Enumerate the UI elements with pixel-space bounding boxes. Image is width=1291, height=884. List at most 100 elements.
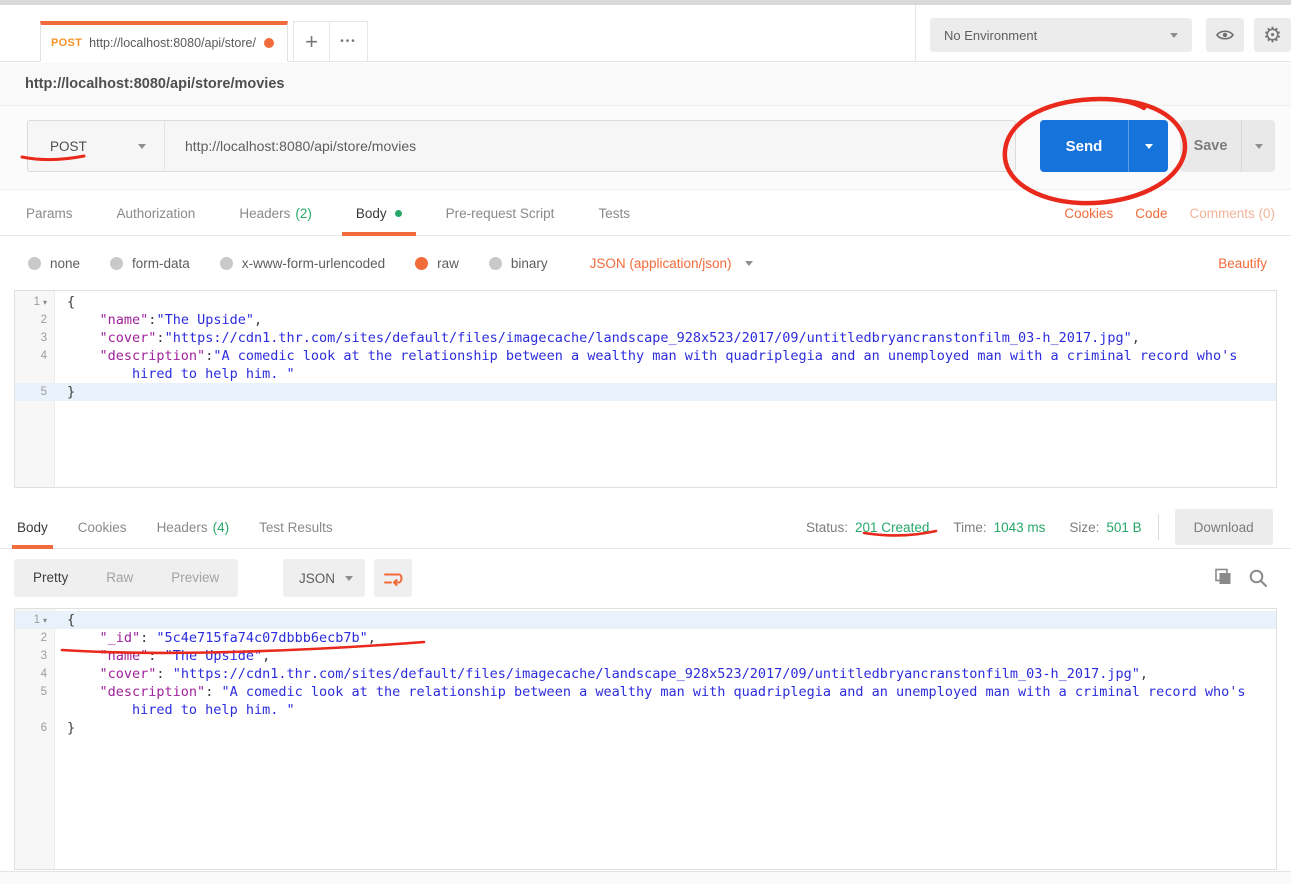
new-tab-button[interactable]: +	[293, 21, 330, 62]
line-number: 3	[15, 329, 55, 347]
line-number	[15, 365, 55, 383]
code-row: 4 "description":"A comedic look at the r…	[15, 347, 1276, 365]
request-tab-label: Tests	[598, 206, 630, 221]
response-tab-label: Test Results	[259, 520, 333, 535]
code-row: 4 "cover": "https://cdn1.thr.com/sites/d…	[15, 665, 1276, 683]
time-value: 1043 ms	[994, 520, 1046, 535]
request-title-row: http://localhost:8080/api/store/movies	[0, 63, 1291, 106]
send-options-button[interactable]	[1128, 120, 1168, 172]
response-body-editor[interactable]: 1▾{2 "_id": "5c4e715fa74c07dbbb6ecb7b",3…	[14, 608, 1277, 870]
size-label: Size:	[1069, 520, 1099, 535]
line-number: 5	[15, 683, 55, 701]
code-row: 2 "name":"The Upside",	[15, 311, 1276, 329]
line-number: 2	[15, 629, 55, 647]
send-button-label[interactable]: Send	[1040, 120, 1128, 172]
copy-icon	[1211, 566, 1235, 590]
request-tab-pre-request-script[interactable]: Pre-request Script	[424, 190, 577, 236]
request-tabs-row: ParamsAuthorizationHeaders(2)Body Pre-req…	[0, 190, 1291, 236]
request-tab-authorization[interactable]: Authorization	[95, 190, 218, 236]
response-format-select[interactable]: JSON	[283, 559, 365, 597]
download-button[interactable]: Download	[1175, 509, 1273, 545]
method-select[interactable]: POST	[27, 120, 165, 172]
request-tab-body[interactable]: Body	[334, 190, 424, 236]
request-tab-params[interactable]: Params	[4, 190, 95, 236]
tab-url-label: http://localhost:8080/api/store/	[89, 36, 256, 50]
line-number: 4	[15, 665, 55, 683]
request-links: Cookies Code Comments (0)	[1064, 190, 1275, 236]
environment-select[interactable]: No Environment	[930, 18, 1192, 52]
request-body-editor[interactable]: 1▾{2 "name":"The Upside",3 "cover":"http…	[14, 290, 1277, 488]
gear-icon: ⚙	[1263, 23, 1282, 48]
radio-icon	[489, 257, 502, 270]
link-code[interactable]: Code	[1135, 206, 1167, 221]
meta-divider	[1158, 514, 1159, 540]
view-tab-raw[interactable]: Raw	[87, 559, 152, 597]
radio-icon	[28, 257, 41, 270]
line-number: 5	[15, 383, 55, 401]
radio-icon	[110, 257, 123, 270]
response-body-code: 1▾{2 "_id": "5c4e715fa74c07dbbb6ecb7b",3…	[15, 611, 1276, 737]
code-row: 5 "description": "A comedic look at the …	[15, 683, 1276, 701]
response-tab-headers[interactable]: Headers(4)	[142, 505, 245, 549]
tab-count-badge: (2)	[295, 206, 312, 221]
search-response-button[interactable]	[1246, 566, 1270, 595]
code-line: "name":"The Upside",	[55, 311, 1276, 329]
body-mode-label: form-data	[132, 256, 190, 271]
chevron-down-icon	[345, 576, 353, 581]
code-line: "description":"A comedic look at the rel…	[55, 347, 1276, 365]
size-value: 501 B	[1106, 520, 1141, 535]
more-tabs-button[interactable]: •••	[329, 21, 368, 62]
view-tab-pretty[interactable]: Pretty	[14, 559, 87, 597]
response-meta-row: BodyCookiesHeaders(4) Test Results Status…	[0, 505, 1291, 549]
save-button[interactable]: Save	[1180, 120, 1275, 172]
response-tab-body[interactable]: Body	[2, 505, 63, 549]
url-input[interactable]	[164, 120, 1016, 172]
code-row: 1▾{	[15, 611, 1276, 629]
link-cookies[interactable]: Cookies	[1064, 206, 1113, 221]
code-line: "name": "The Upside",	[55, 647, 1276, 665]
tab-count-badge: (4)	[213, 520, 230, 535]
save-button-label[interactable]: Save	[1180, 120, 1241, 172]
request-tab-tests[interactable]: Tests	[576, 190, 652, 236]
code-line: "cover":"https://cdn1.thr.com/sites/defa…	[55, 329, 1276, 347]
radio-icon	[415, 257, 428, 270]
code-line: {	[55, 293, 1276, 311]
link-comments-0[interactable]: Comments (0)	[1189, 206, 1275, 221]
response-tab-cookies[interactable]: Cookies	[63, 505, 142, 549]
send-button[interactable]: Send	[1040, 120, 1168, 172]
response-meta: Status: 201 Created Time: 1043 ms Size: …	[806, 505, 1273, 549]
body-modified-dot	[395, 210, 402, 217]
body-mode-x-www-form-urlencoded[interactable]: x-www-form-urlencoded	[220, 256, 385, 271]
content-type-select[interactable]: JSON (application/json)	[590, 256, 754, 271]
code-row: 3 "cover":"https://cdn1.thr.com/sites/de…	[15, 329, 1276, 347]
wrap-lines-button[interactable]	[374, 559, 412, 597]
response-tab-test-results[interactable]: Test Results	[244, 505, 348, 549]
request-tab-headers[interactable]: Headers(2)	[217, 190, 334, 236]
beautify-link[interactable]: Beautify	[1218, 256, 1267, 271]
chevron-down-icon	[1145, 144, 1153, 149]
environment-quick-look-button[interactable]	[1206, 18, 1244, 52]
code-row: 5}	[15, 383, 1276, 401]
line-number: 4	[15, 347, 55, 365]
request-tab[interactable]: POST http://localhost:8080/api/store/	[40, 21, 288, 62]
view-tab-preview[interactable]: Preview	[152, 559, 238, 597]
code-line: "_id": "5c4e715fa74c07dbbb6ecb7b",	[55, 629, 1276, 647]
settings-button[interactable]: ⚙	[1254, 18, 1291, 52]
save-options-button[interactable]	[1241, 120, 1275, 172]
line-number: 6	[15, 719, 55, 737]
request-body-code: 1▾{2 "name":"The Upside",3 "cover":"http…	[15, 293, 1276, 401]
body-mode-binary[interactable]: binary	[489, 256, 548, 271]
body-mode-raw[interactable]: raw	[415, 256, 459, 271]
bottom-edge	[0, 871, 1291, 884]
chevron-down-icon	[1170, 33, 1178, 38]
request-tab-label: Pre-request Script	[446, 206, 555, 221]
request-title: http://localhost:8080/api/store/movies	[25, 76, 284, 92]
code-line: hired to help him. "	[55, 701, 1276, 719]
body-mode-options: none form-data x-www-form-urlencoded raw bin…	[28, 256, 578, 271]
copy-response-button[interactable]	[1211, 566, 1235, 595]
line-number: 3	[15, 647, 55, 665]
chevron-down-icon	[138, 144, 146, 149]
body-mode-none[interactable]: none	[28, 256, 80, 271]
code-line: "cover": "https://cdn1.thr.com/sites/def…	[55, 665, 1276, 683]
body-mode-form-data[interactable]: form-data	[110, 256, 190, 271]
